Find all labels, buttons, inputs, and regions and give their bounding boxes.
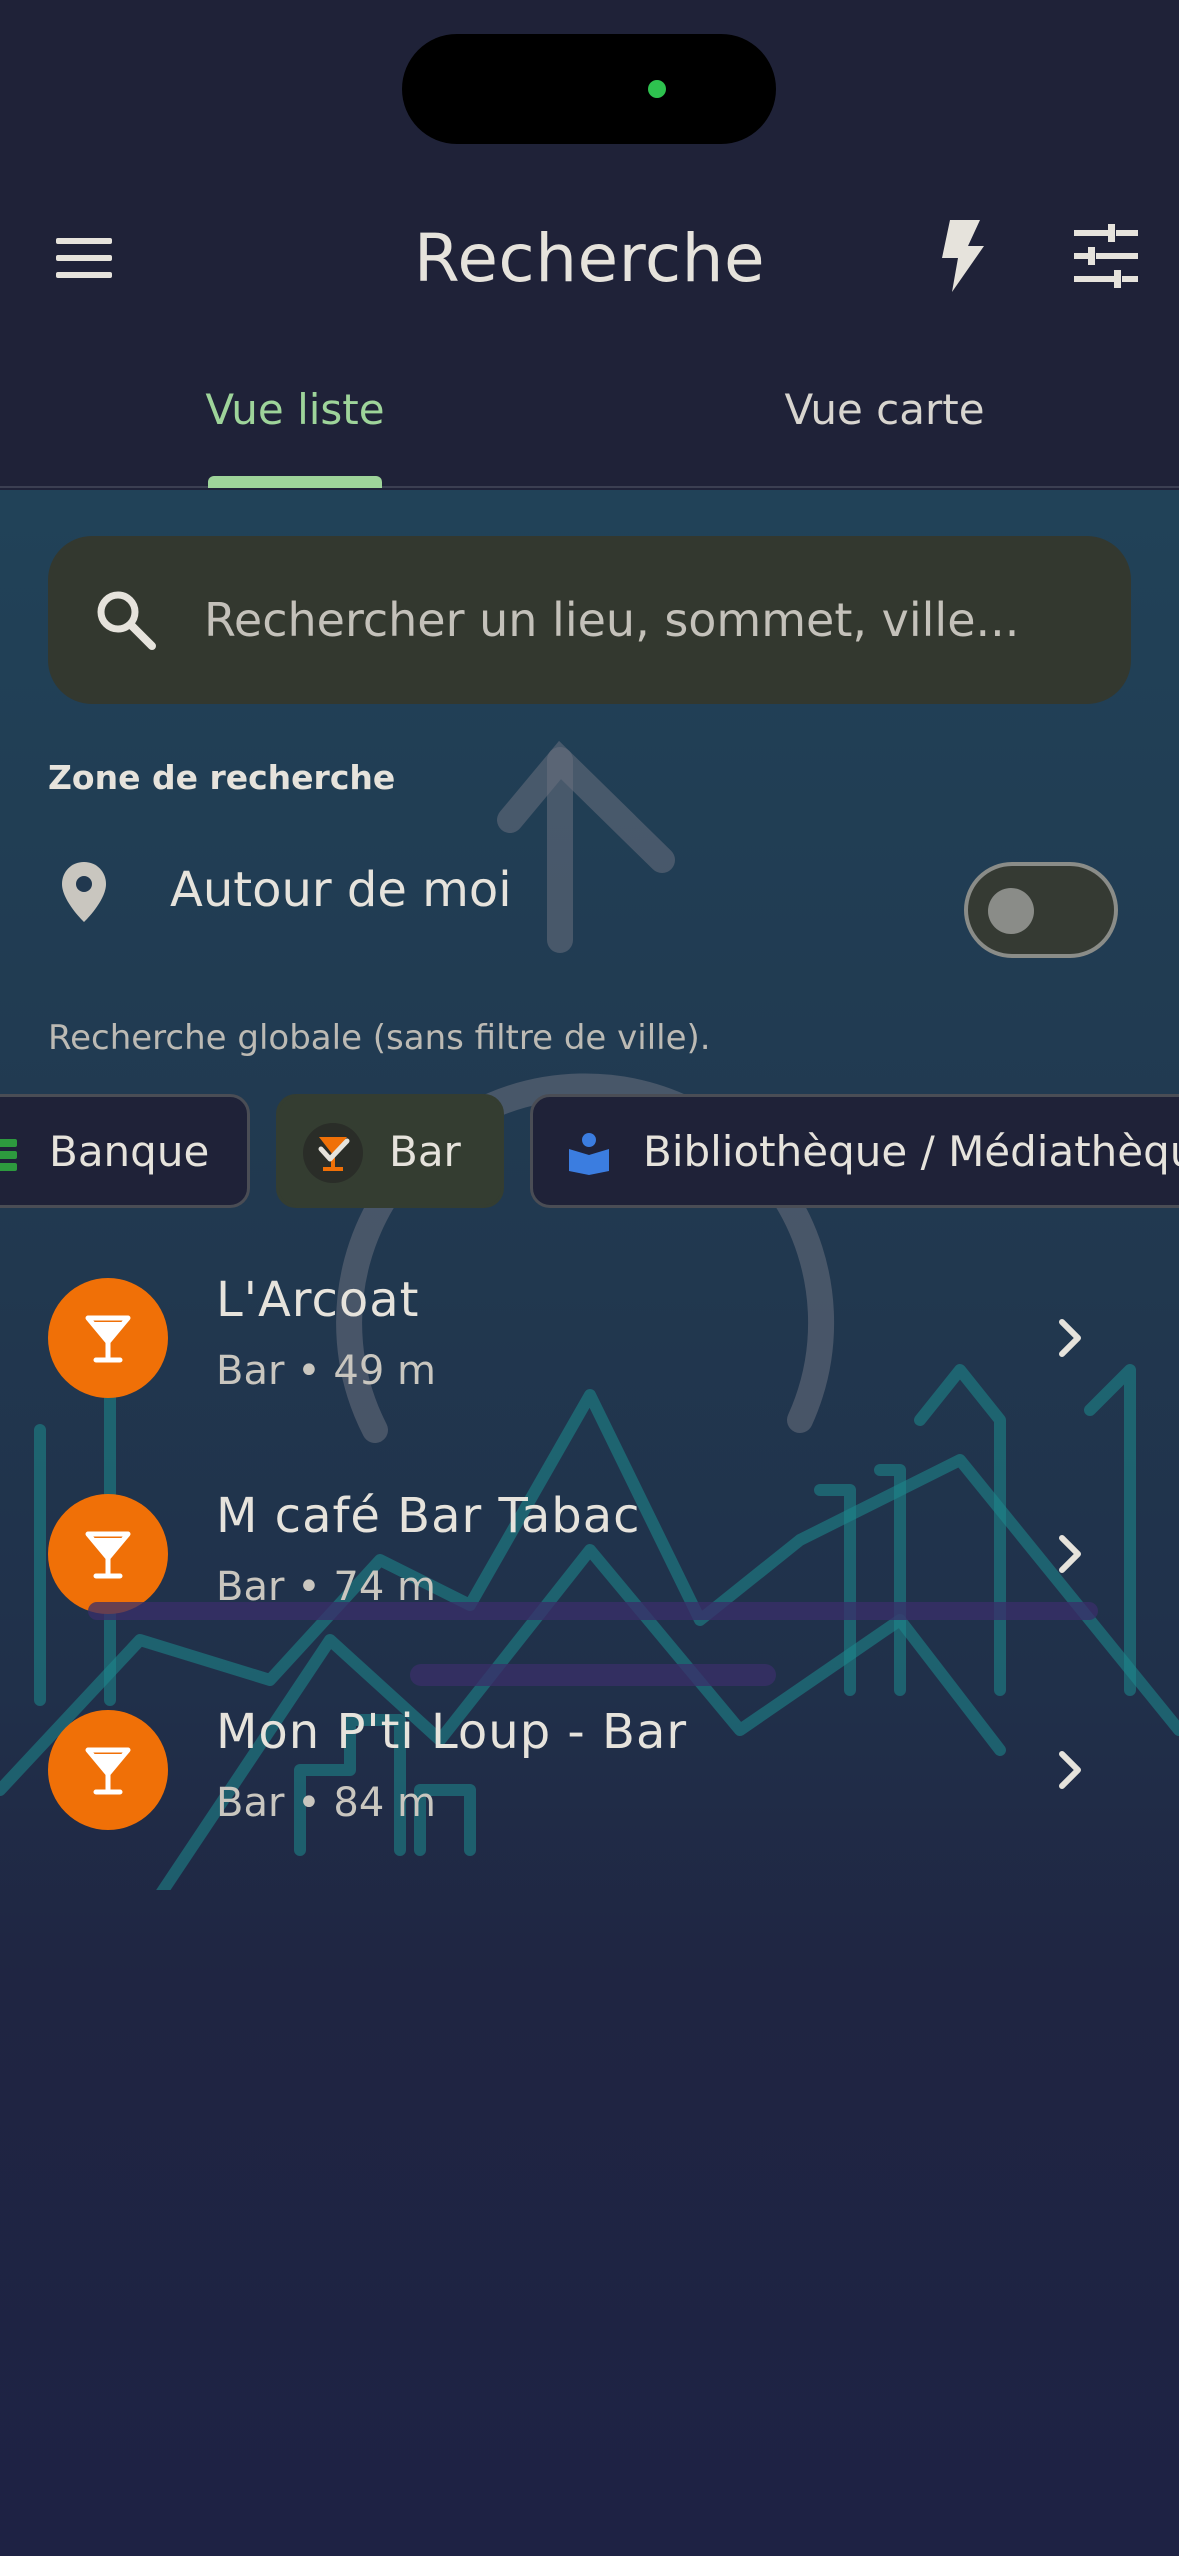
- search-zone-title: Zone de recherche: [48, 758, 396, 797]
- tune-icon: [1074, 224, 1138, 288]
- cocktail-icon: [85, 1315, 131, 1363]
- tab-map-view-label: Vue carte: [784, 384, 985, 434]
- result-item[interactable]: L'Arcoat Bar • 49 m: [0, 1230, 1179, 1446]
- search-content: Zone de recherche Autour de moi Recherch…: [0, 490, 1179, 2556]
- tab-list-view[interactable]: Vue liste: [0, 330, 590, 488]
- chevron-right-icon: [1059, 1319, 1081, 1357]
- tab-map-view[interactable]: Vue carte: [590, 330, 1179, 488]
- category-chips: Banque Bar Bibliothèque / Médiathèque: [0, 1094, 1179, 1208]
- results-list: L'Arcoat Bar • 49 m M café Bar Tabac Bar…: [0, 1230, 1179, 1878]
- view-tabs: Vue liste Vue carte: [0, 330, 1179, 488]
- cocktail-check-icon: [303, 1123, 363, 1183]
- result-name: M café Bar Tabac: [216, 1488, 641, 1544]
- result-avatar: [48, 1710, 168, 1830]
- search-input[interactable]: [204, 536, 1094, 704]
- chevron-right-icon: [1059, 1751, 1081, 1789]
- chip-bank[interactable]: Banque: [0, 1094, 250, 1208]
- chip-bank-label: Banque: [49, 1126, 210, 1176]
- cocktail-icon: [85, 1531, 131, 1579]
- bolt-icon: [942, 220, 984, 292]
- app-bar: Recherche: [0, 190, 1179, 330]
- tab-list-view-label: Vue liste: [205, 384, 385, 434]
- chip-library-label: Bibliothèque / Médiathèque: [643, 1126, 1179, 1176]
- toggle-thumb: [988, 888, 1034, 934]
- dynamic-island: [402, 34, 776, 144]
- result-name: L'Arcoat: [216, 1272, 420, 1328]
- result-item[interactable]: Mon P'ti Loup - Bar Bar • 84 m: [0, 1662, 1179, 1878]
- result-item[interactable]: M café Bar Tabac Bar • 74 m: [0, 1446, 1179, 1662]
- result-avatar: [48, 1278, 168, 1398]
- around-me-label: Autour de moi: [170, 862, 512, 918]
- search-icon: [97, 591, 156, 650]
- decorative-glow-line: [88, 1602, 1098, 1620]
- result-meta: Bar • 49 m: [216, 1348, 436, 1394]
- result-meta: Bar • 84 m: [216, 1780, 436, 1826]
- camera-indicator-dot: [648, 80, 666, 98]
- chip-bar-label: Bar: [389, 1126, 461, 1176]
- filters-button[interactable]: [1070, 220, 1142, 292]
- global-search-note: Recherche globale (sans filtre de ville)…: [48, 1018, 711, 1058]
- chevron-right-icon: [1059, 1535, 1081, 1573]
- location-pin-icon: [62, 862, 106, 922]
- search-bar[interactable]: [48, 536, 1131, 704]
- result-name: Mon P'ti Loup - Bar: [216, 1704, 688, 1760]
- page-title: Recherche: [413, 220, 766, 297]
- bank-icon: [0, 1139, 17, 1171]
- book-reader-icon: [569, 1133, 609, 1175]
- around-me-toggle[interactable]: [964, 862, 1118, 958]
- cocktail-icon: [85, 1747, 131, 1795]
- decorative-glow-line: [410, 1664, 776, 1686]
- tab-selected-indicator: [208, 476, 382, 488]
- status-bar: [0, 0, 1179, 190]
- quick-action-button[interactable]: [928, 216, 998, 296]
- chip-library[interactable]: Bibliothèque / Médiathèque: [530, 1094, 1179, 1208]
- result-avatar: [48, 1494, 168, 1614]
- chip-bar[interactable]: Bar: [276, 1094, 504, 1208]
